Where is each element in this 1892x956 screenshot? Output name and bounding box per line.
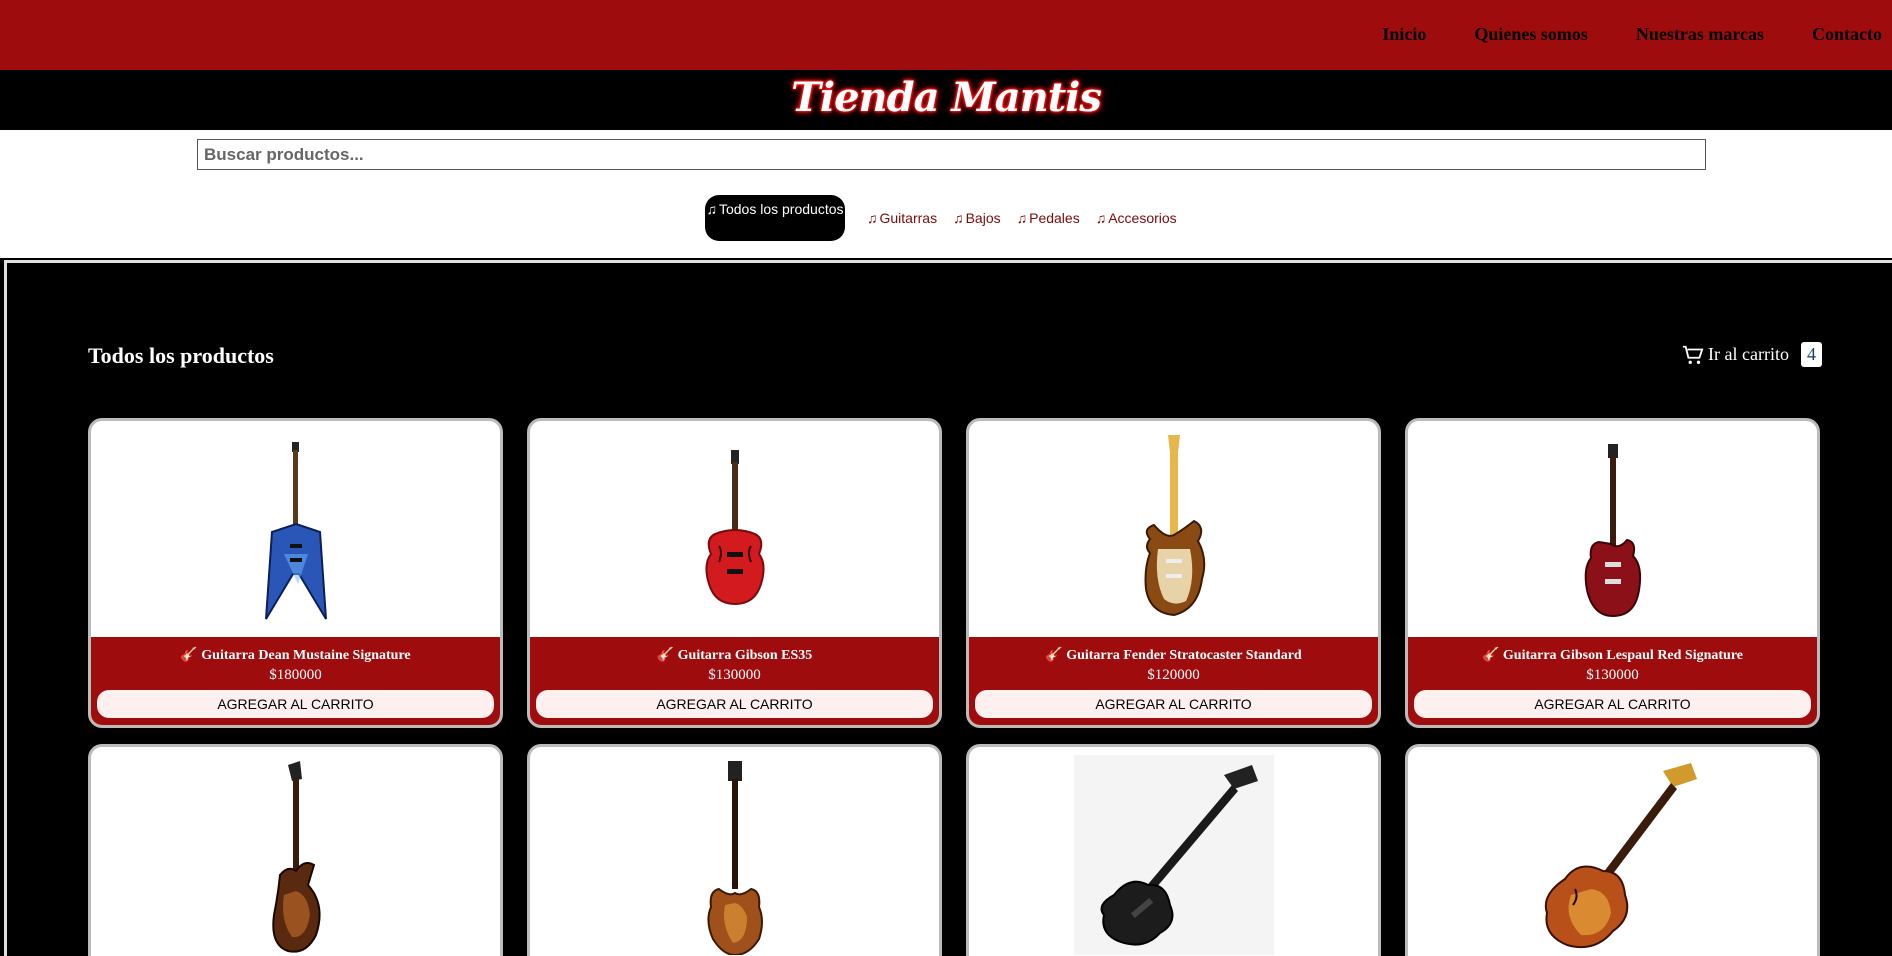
- logo-text: Tienda Mantis: [791, 74, 1102, 121]
- product-price: $130000: [1586, 667, 1639, 683]
- product-image[interactable]: [969, 421, 1378, 637]
- nav-link-quienes-somos[interactable]: Quienes somos: [1474, 24, 1588, 45]
- product-name: 🎸 Guitarra Dean Mustaine Signature: [180, 648, 411, 663]
- music-note-icon: ♫: [706, 201, 717, 217]
- cart-icon: [1682, 345, 1704, 364]
- product-info: 🎸 Guitarra Dean Mustaine Signature $1800…: [91, 637, 500, 725]
- bass-black-image: [1073, 755, 1274, 955]
- product-price: $180000: [269, 667, 322, 683]
- nav-link-nuestras-marcas[interactable]: Nuestras marcas: [1636, 24, 1764, 45]
- product-info: 🎸 Guitarra Gibson Lespaul Red Signature …: [1408, 637, 1817, 725]
- nav-link-inicio[interactable]: Inicio: [1382, 24, 1426, 45]
- product-image[interactable]: [969, 747, 1378, 956]
- top-navbar: Inicio Quienes somos Nuestras marcas Con…: [0, 0, 1892, 70]
- product-card: [527, 744, 942, 956]
- logo-band: Tienda Mantis: [0, 70, 1892, 130]
- product-image[interactable]: [91, 421, 500, 637]
- category-label: Accesorios: [1108, 210, 1177, 226]
- category-label: Pedales: [1029, 210, 1080, 226]
- cart-label: Ir al carrito: [1708, 344, 1789, 364]
- product-name: 🎸 Guitarra Gibson Lespaul Red Signature: [1481, 648, 1744, 663]
- product-card: 🎸 Guitarra Fender Stratocaster Standard …: [966, 418, 1381, 728]
- add-to-cart-button[interactable]: AGREGAR AL CARRITO: [536, 690, 933, 718]
- add-to-cart-button[interactable]: AGREGAR AL CARRITO: [1414, 690, 1811, 718]
- category-all-button[interactable]: ♫ Todos los productos: [705, 195, 845, 241]
- search-input[interactable]: [197, 139, 1706, 170]
- add-to-cart-button[interactable]: AGREGAR AL CARRITO: [97, 690, 494, 718]
- cart-count-badge: 4: [1801, 342, 1822, 367]
- nav-link-contacto[interactable]: Contacto: [1812, 24, 1882, 45]
- category-accesorios[interactable]: ♫ Accesorios: [1096, 210, 1177, 226]
- product-image[interactable]: [530, 747, 939, 956]
- product-card: 🎸 Guitarra Gibson ES35 $130000 AGREGAR A…: [527, 418, 942, 728]
- product-info: 🎸 Guitarra Gibson ES35 $130000 AGREGAR A…: [530, 637, 939, 725]
- category-filters: ♫ Todos los productos ♫ Guitarras ♫ Bajos ♫…: [705, 195, 1193, 241]
- category-all-label: Todos los productos: [718, 201, 844, 217]
- filter-area: ♫Todos los productos ♫Guitarras ♫Bajos ♫…: [0, 130, 1892, 258]
- product-price: $120000: [1147, 667, 1200, 683]
- music-note-icon: ♫: [1016, 210, 1028, 226]
- guitar-v-image: [264, 442, 327, 620]
- product-image[interactable]: [1408, 747, 1817, 956]
- category-label: Guitarras: [879, 210, 938, 226]
- product-card: [88, 744, 503, 956]
- bass-image: [706, 761, 763, 955]
- product-name: 🎸 Guitarra Gibson ES35: [656, 648, 813, 663]
- product-image[interactable]: [530, 421, 939, 637]
- product-card: 🎸 Guitarra Gibson Lespaul Red Signature …: [1405, 418, 1820, 728]
- bass-hollow-image: [1544, 763, 1697, 949]
- category-pedales[interactable]: ♫ Pedales: [1017, 210, 1080, 226]
- nav-links: Inicio Quienes somos Nuestras marcas Con…: [1382, 24, 1882, 45]
- product-card: 🎸 Guitarra Dean Mustaine Signature $1800…: [88, 418, 503, 728]
- product-name: 🎸 Guitarra Fender Stratocaster Standard: [1045, 648, 1302, 663]
- section-title: Todos los productos: [88, 343, 274, 368]
- category-bajos[interactable]: ♫ Bajos: [953, 210, 1001, 226]
- music-note-icon: ♫: [867, 210, 878, 226]
- category-label: Bajos: [965, 210, 1001, 226]
- product-info: 🎸 Guitarra Fender Stratocaster Standard …: [969, 637, 1378, 725]
- guitar-es-image: [704, 450, 765, 606]
- product-grid: 🎸 Guitarra Dean Mustaine Signature $1800…: [88, 418, 1820, 956]
- category-guitarras[interactable]: ♫ Guitarras: [867, 210, 937, 226]
- guitar-firebird-image: [271, 761, 321, 953]
- product-price: $130000: [708, 667, 761, 683]
- logo[interactable]: Tienda Mantis: [0, 74, 1892, 121]
- add-to-cart-button[interactable]: AGREGAR AL CARRITO: [975, 690, 1372, 718]
- guitar-strat-image: [1144, 435, 1205, 617]
- product-card: [1405, 744, 1820, 956]
- product-image[interactable]: [91, 747, 500, 956]
- cart-link[interactable]: Ir al carrito 4: [1682, 342, 1822, 367]
- products-section: Todos los productos Ir al carrito 4 🎸 Gu…: [4, 260, 1892, 956]
- music-note-icon: ♫: [1095, 210, 1107, 226]
- guitar-lespaul-image: [1584, 444, 1641, 618]
- product-image[interactable]: [1408, 421, 1817, 637]
- music-note-icon: ♫: [953, 210, 964, 226]
- product-card: [966, 744, 1381, 956]
